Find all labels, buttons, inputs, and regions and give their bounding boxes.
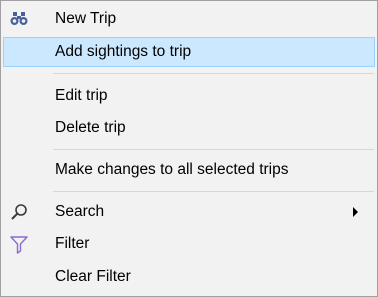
- funnel-icon: [9, 234, 29, 254]
- submenu-arrow-icon: [353, 207, 358, 217]
- menu-item-label: Edit trip: [55, 87, 108, 104]
- menu-separator: [53, 73, 374, 74]
- menu-item-delete-trip[interactable]: Delete trip: [3, 113, 375, 143]
- menu-item-new-trip[interactable]: New Trip: [3, 4, 375, 34]
- menu-item-make-changes[interactable]: Make changes to all selected trips: [3, 155, 375, 185]
- menu-separator: [53, 191, 374, 192]
- menu-separator: [53, 149, 374, 150]
- menu-item-filter[interactable]: Filter: [3, 229, 375, 259]
- menu-item-label: Clear Filter: [55, 268, 131, 285]
- menu-item-label: Delete trip: [55, 119, 126, 136]
- menu-item-label: New Trip: [55, 10, 117, 27]
- menu-item-clear-filter[interactable]: Clear Filter: [3, 262, 375, 292]
- binoculars-icon: [9, 9, 29, 29]
- menu-item-label: Search: [55, 203, 105, 220]
- menu-item-label: Make changes to all selected trips: [55, 161, 289, 178]
- menu-item-label: Add sightings to trip: [55, 43, 192, 60]
- menu-item-label: Filter: [55, 235, 90, 252]
- context-menu: New Trip Add sightings to trip Edit trip…: [0, 0, 378, 297]
- menu-item-edit-trip[interactable]: Edit trip: [3, 81, 375, 111]
- magnifier-icon: [9, 202, 29, 222]
- menu-item-search[interactable]: Search: [3, 197, 375, 227]
- menu-item-add-sightings[interactable]: Add sightings to trip: [3, 37, 375, 67]
